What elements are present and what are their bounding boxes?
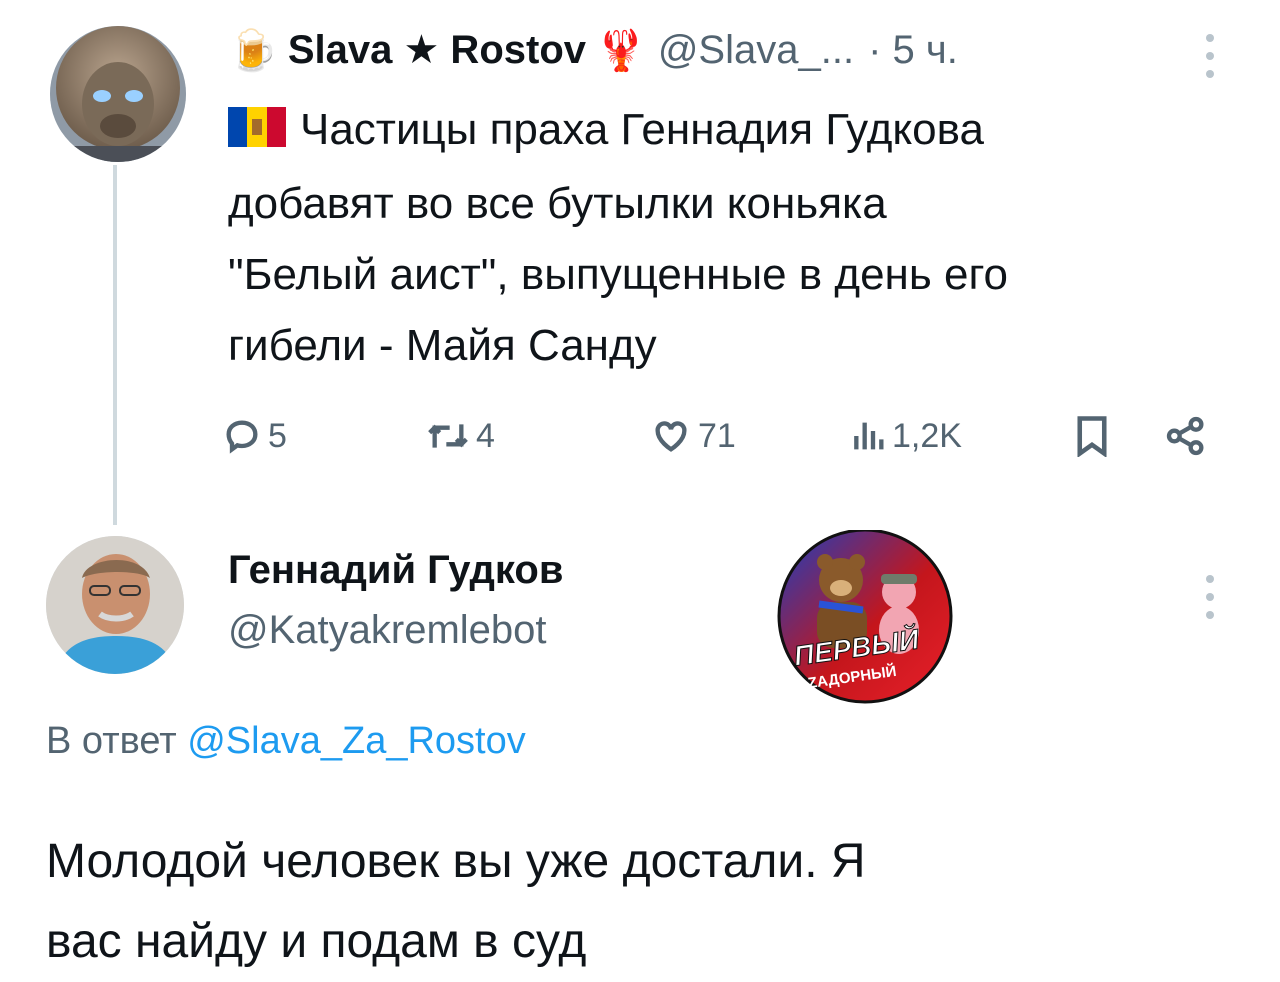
repost-button[interactable]: 4 <box>426 408 495 464</box>
bookmark-icon <box>1077 416 1107 457</box>
tweet-text-line: Частицы праха Геннадия Гудкова <box>228 94 1188 168</box>
views-icon <box>854 422 884 450</box>
lobster-emoji: 🦞 <box>596 28 646 73</box>
reply-context: В ответ @Slava_Za_Rostov <box>46 720 526 763</box>
repost-icon <box>428 424 468 448</box>
reply-to-handle-link[interactable]: @Slava_Za_Rostov <box>187 720 526 762</box>
reply-author-avatar[interactable] <box>46 536 184 674</box>
man-avatar-image <box>46 536 184 674</box>
moldova-flag-icon <box>228 97 286 168</box>
tweet-text-line: "Белый аист", выпущенные в день его <box>228 249 1009 299</box>
reply-button[interactable]: 5 <box>222 408 287 464</box>
thread-line <box>113 165 117 525</box>
like-icon <box>655 421 687 452</box>
share-icon <box>1166 416 1204 456</box>
tweet-text: Частицы праха Геннадия Гудкова добавят в… <box>228 94 1188 381</box>
author-name[interactable]: Slava ★ Rostov <box>288 27 586 73</box>
reply-author-handle[interactable]: @Katyakremlebot <box>228 608 547 653</box>
reply-icon <box>226 420 258 454</box>
reply-text-line: вас найду и подам в суд <box>46 915 587 968</box>
more-options-icon[interactable] <box>1204 34 1216 88</box>
tweet-actions: 5 4 71 1,2K <box>222 408 1212 464</box>
reply-to-prefix: В ответ <box>46 720 177 762</box>
like-button[interactable]: 71 <box>650 408 736 464</box>
channel-watermark-logo: ПЕРВЫЙ ZАДОРНЫЙ <box>775 528 955 704</box>
beer-emoji: 🍺 <box>228 28 278 73</box>
more-options-icon[interactable] <box>1204 575 1216 629</box>
reply-text-line: Молодой человек вы уже достали. Я <box>46 835 866 888</box>
views-button[interactable]: 1,2K <box>850 408 962 464</box>
share-button[interactable] <box>1164 408 1208 464</box>
tweet-header: 🍺 Slava ★ Rostov 🦞 @Slava_... · 5 ч. <box>228 22 958 78</box>
author-handle[interactable]: @Slava_... <box>658 28 854 73</box>
reply-text: Молодой человек вы уже достали. Я вас на… <box>46 822 1226 982</box>
bookmark-button[interactable] <box>1074 408 1110 464</box>
monkey-avatar-image <box>50 26 186 162</box>
tweet-text-line: гибели - Майя Санду <box>228 320 657 370</box>
author-avatar[interactable] <box>50 26 186 162</box>
tweet-text-line: добавят во все бутылки коньяка <box>228 178 887 228</box>
tweet-timestamp[interactable]: · 5 ч. <box>868 28 958 73</box>
reply-author-name[interactable]: Геннадий Гудков <box>228 548 563 593</box>
